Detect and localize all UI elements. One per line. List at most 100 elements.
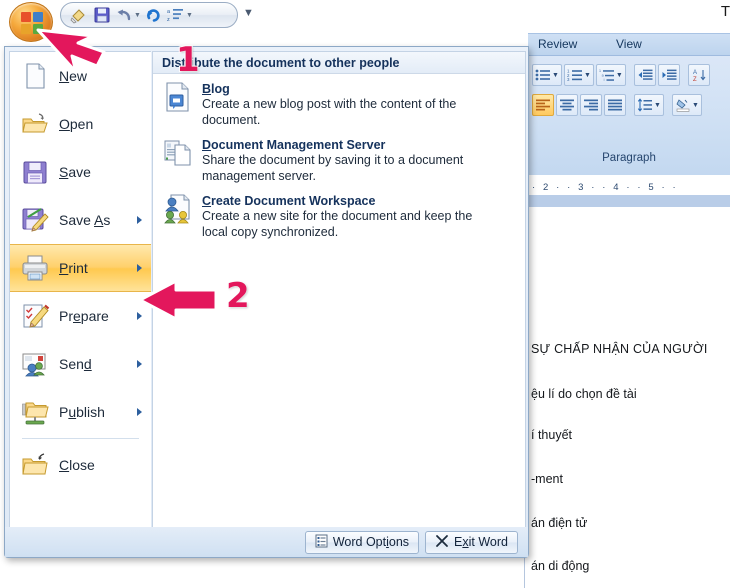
svg-text:i: i — [603, 78, 604, 82]
menu-item-label: Publish — [59, 404, 105, 420]
word-2007-window: SỰ CHẤP NHẬN CỦA NGƯỜI ệu lí do chọn đề … — [0, 0, 730, 588]
submenu-text-block: Create Document Workspace Create a new s… — [202, 193, 492, 240]
word-options-label: Word Options — [332, 535, 410, 549]
ruler-shade — [528, 195, 730, 207]
menu-item-label: Save As — [59, 212, 111, 228]
office-menu-left-column: New Open Save Save As Print Prepare Send… — [9, 51, 151, 529]
word-options-button[interactable]: Word Options — [304, 530, 420, 554]
menu-item-new[interactable]: New — [10, 52, 151, 100]
paragraph-group-label: Paragraph — [602, 152, 656, 164]
options-icon — [315, 534, 328, 551]
document-line: í thuyết — [531, 428, 572, 442]
ribbon-tab-strip[interactable]: Review View — [528, 33, 730, 55]
undo-dropdown-arrow-icon[interactable]: ▼ — [134, 12, 141, 19]
document-line: SỰ CHẤP NHẬN CỦA NGƯỜI — [531, 342, 708, 356]
submenu-item-title: Blog — [202, 82, 230, 96]
svg-text:Z: Z — [693, 77, 697, 82]
quick-access-toolbar[interactable]: ▼ a z ▼ — [60, 2, 238, 28]
svg-text:a: a — [601, 74, 603, 78]
submenu-arrow-icon — [137, 264, 142, 272]
publish-folder-icon — [20, 397, 50, 427]
menu-item-send[interactable]: Send — [10, 340, 151, 388]
office-menu-right-panel: Distribute the document to other people … — [152, 51, 526, 529]
submenu-arrow-icon — [137, 360, 142, 368]
submenu-item-description: Share the document by saving it to a doc… — [202, 153, 464, 183]
office-menu-popup: New Open Save Save As Print Prepare Send… — [4, 46, 529, 558]
new-document-icon — [20, 61, 50, 91]
menu-item-label: Open — [59, 116, 94, 132]
save-icon[interactable] — [91, 5, 112, 26]
office-logo-icon — [21, 12, 43, 34]
horizontal-ruler[interactable]: · 2 · · 3 · · 4 · · 5 · · — [528, 178, 730, 195]
justify-icon[interactable] — [604, 94, 626, 116]
submenu-arrow-icon — [137, 408, 142, 416]
menu-item-label: Close — [59, 457, 95, 473]
menu-item-print[interactable]: Print — [10, 244, 151, 292]
multilevel-list-icon[interactable]: 1 a i ▼ — [595, 64, 626, 86]
exit-word-button[interactable]: Exit Word — [425, 530, 518, 554]
submenu-item-document-management-server[interactable]: Document Management Server Share the doc… — [153, 130, 525, 186]
sort-icon[interactable]: a z — [166, 5, 187, 26]
menu-item-open[interactable]: Open — [10, 100, 151, 148]
menu-item-save-as[interactable]: Save As — [10, 196, 151, 244]
office-menu-footer: Word Options Exit Word — [5, 527, 528, 557]
align-right-icon[interactable] — [580, 94, 602, 116]
prepare-icon — [20, 301, 50, 331]
menu-item-close[interactable]: Close — [10, 441, 151, 489]
svg-text:1: 1 — [599, 69, 601, 73]
shading-icon[interactable]: ▼ — [671, 94, 702, 116]
document-title: T — [720, 3, 730, 20]
menu-item-label: Send — [59, 356, 92, 372]
annotation-number-2: 2 — [225, 275, 251, 317]
document-line: án di động — [531, 559, 590, 573]
customize-qat-icon[interactable]: ▼ — [243, 7, 254, 19]
right-panel-header: Distribute the document to other people — [153, 52, 525, 74]
submenu-item-create-document-workspace[interactable]: Create Document Workspace Create a new s… — [153, 186, 525, 242]
ribbon-paragraph-group: ▼ 1 2 3 ▼ 1 a i ▼ A Z ▼ ▼ Paragraph — [528, 55, 730, 175]
redo-icon[interactable] — [143, 5, 164, 26]
paragraph-align-row: ▼ ▼ — [532, 94, 702, 116]
line-spacing-icon[interactable]: ▼ — [634, 94, 664, 116]
annotation-number-1: 1 — [175, 39, 201, 81]
menu-item-publish[interactable]: Publish — [10, 388, 151, 436]
submenu-text-block: Blog Create a new blog post with the con… — [202, 81, 492, 128]
tab-view[interactable]: View — [616, 37, 642, 51]
decrease-indent-icon[interactable] — [633, 64, 656, 86]
menu-item-label: New — [59, 68, 88, 84]
tab-review[interactable]: Review — [538, 37, 577, 51]
submenu-item-description: Create a new site for the document and k… — [202, 209, 473, 239]
blog-document-icon — [163, 81, 193, 112]
submenu-text-block: Document Management Server Share the doc… — [202, 137, 492, 184]
submenu-item-title: Document Management Server — [202, 138, 386, 152]
submenu-item-description: Create a new blog post with the content … — [202, 97, 457, 127]
align-center-icon[interactable] — [556, 94, 578, 116]
submenu-item-title: Create Document Workspace — [202, 194, 376, 208]
submenu-arrow-icon — [137, 312, 142, 320]
menu-item-label: Save — [59, 164, 91, 180]
increase-indent-icon[interactable] — [657, 64, 680, 86]
submenu-item-blog[interactable]: Blog Create a new blog post with the con… — [153, 74, 525, 130]
format-painter-icon[interactable] — [68, 5, 89, 26]
sort-dropdown-arrow-icon[interactable]: ▼ — [186, 12, 193, 19]
menu-item-label: Prepare — [59, 308, 109, 324]
sort-az-icon[interactable]: A Z — [687, 64, 710, 86]
numbering-icon[interactable]: 1 2 3 ▼ — [563, 64, 594, 86]
document-line: ệu lí do chọn đề tài — [531, 387, 637, 401]
document-page: SỰ CHẤP NHẬN CỦA NGƯỜI ệu lí do chọn đề … — [524, 196, 730, 588]
printer-icon — [20, 253, 50, 283]
workspace-people-icon — [163, 193, 193, 224]
floppy-disk-icon — [20, 157, 50, 187]
office-button[interactable] — [9, 2, 53, 42]
menu-item-save[interactable]: Save — [10, 148, 151, 196]
submenu-arrow-icon — [137, 216, 142, 224]
undo-icon[interactable] — [114, 5, 135, 26]
bullets-icon[interactable]: ▼ — [532, 64, 562, 86]
svg-text:a: a — [167, 9, 171, 15]
document-line: -ment — [531, 472, 563, 486]
align-left-icon[interactable] — [532, 94, 554, 116]
save-as-icon — [20, 205, 50, 235]
close-folder-icon — [20, 450, 50, 480]
ruler-ticks: · 2 · · 3 · · 4 · · 5 · · — [532, 181, 679, 193]
menu-item-prepare[interactable]: Prepare — [10, 292, 151, 340]
document-line: án điện tử — [531, 516, 588, 530]
